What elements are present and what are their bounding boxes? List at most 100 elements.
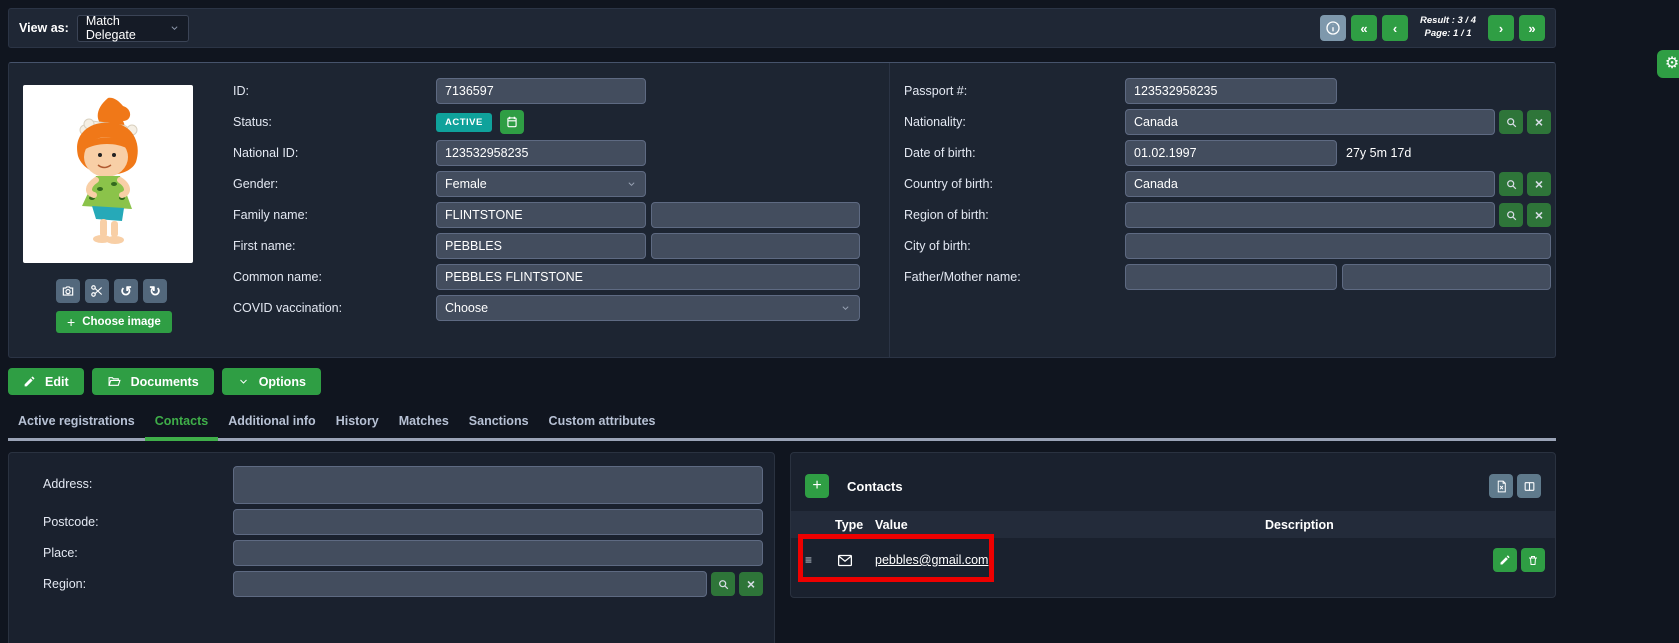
country-of-birth-clear-button[interactable]: × bbox=[1527, 172, 1551, 196]
chevron-down-icon bbox=[626, 180, 637, 188]
place-input[interactable] bbox=[233, 540, 763, 566]
tab-active-registrations[interactable]: Active registrations bbox=[8, 408, 145, 438]
chevron-down-icon bbox=[237, 377, 250, 386]
family-name-input[interactable] bbox=[436, 202, 646, 228]
delete-contact-button[interactable] bbox=[1521, 548, 1545, 572]
country-of-birth-input[interactable] bbox=[1125, 171, 1495, 197]
rotate-left-button[interactable]: ↺ bbox=[114, 279, 138, 303]
contacts-header: + Contacts bbox=[791, 453, 1555, 498]
nationality-search-button[interactable] bbox=[1499, 110, 1523, 134]
national-id-input[interactable] bbox=[436, 140, 646, 166]
nationality-clear-button[interactable]: × bbox=[1527, 110, 1551, 134]
edit-button[interactable]: Edit bbox=[8, 368, 84, 395]
crop-photo-button[interactable] bbox=[85, 279, 109, 303]
address-input[interactable] bbox=[233, 466, 763, 504]
info-button[interactable] bbox=[1320, 15, 1346, 41]
common-name-label: Common name: bbox=[225, 270, 436, 284]
previous-page-button[interactable]: ‹ bbox=[1382, 15, 1408, 41]
tab-sanctions[interactable]: Sanctions bbox=[459, 408, 539, 438]
last-page-button[interactable]: » bbox=[1519, 15, 1545, 41]
first-name-label: First name: bbox=[225, 239, 436, 253]
view-as-select[interactable]: Match Delegate bbox=[77, 15, 189, 42]
rotate-right-button[interactable]: ↻ bbox=[143, 279, 167, 303]
next-page-button[interactable]: › bbox=[1488, 15, 1514, 41]
undo-icon: ↺ bbox=[120, 283, 132, 300]
trash-icon bbox=[1527, 554, 1539, 567]
covid-vaccination-select[interactable]: Choose bbox=[436, 295, 860, 321]
country-of-birth-search-button[interactable] bbox=[1499, 172, 1523, 196]
documents-button[interactable]: Documents bbox=[92, 368, 214, 395]
status-history-button[interactable] bbox=[500, 110, 524, 134]
tab-custom-attributes[interactable]: Custom attributes bbox=[539, 408, 666, 438]
camera-icon bbox=[61, 284, 75, 298]
id-label: ID: bbox=[225, 84, 436, 98]
add-contact-button[interactable]: + bbox=[805, 474, 829, 498]
search-icon bbox=[717, 578, 730, 591]
region-input[interactable] bbox=[233, 571, 707, 597]
person-record-page: View as: Match Delegate « ‹ Result : 3 /… bbox=[0, 0, 1679, 643]
first-name-alt-input[interactable] bbox=[651, 233, 860, 259]
take-photo-button[interactable] bbox=[56, 279, 80, 303]
first-name-input[interactable] bbox=[436, 233, 646, 259]
passport-input[interactable] bbox=[1125, 78, 1337, 104]
region-of-birth-input[interactable] bbox=[1125, 202, 1495, 228]
address-panel: Address: Postcode: Place: Region: × bbox=[8, 452, 775, 643]
tab-contacts[interactable]: Contacts bbox=[145, 408, 218, 438]
mother-name-input[interactable] bbox=[1342, 264, 1551, 290]
id-input[interactable] bbox=[436, 78, 646, 104]
city-of-birth-input[interactable] bbox=[1125, 233, 1551, 259]
table-columns-icon bbox=[1523, 480, 1536, 493]
view-as-label: View as: bbox=[19, 21, 69, 35]
field-row-father-mother: Father/Mother name: bbox=[904, 264, 1557, 290]
region-of-birth-label: Region of birth: bbox=[904, 208, 1125, 222]
region-search-button[interactable] bbox=[711, 572, 735, 596]
export-file-button[interactable] bbox=[1489, 474, 1513, 498]
field-row-covid: COVID vaccination: Choose bbox=[225, 295, 889, 321]
record-actions: Edit Documents Options bbox=[8, 368, 321, 395]
field-row-address: Address: bbox=[43, 466, 774, 504]
contacts-table-header: Type Value Description bbox=[791, 511, 1555, 538]
edit-label: Edit bbox=[45, 375, 69, 389]
chevron-down-icon bbox=[161, 24, 180, 32]
contact-row-actions bbox=[1493, 548, 1555, 572]
contacts-title: Contacts bbox=[847, 479, 903, 494]
family-name-alt-input[interactable] bbox=[651, 202, 860, 228]
drag-handle-icon[interactable]: ≡ bbox=[805, 553, 835, 567]
gear-icon: ⚙ bbox=[1665, 55, 1679, 72]
region-label: Region: bbox=[43, 577, 233, 591]
edit-contact-button[interactable] bbox=[1493, 548, 1517, 572]
options-button[interactable]: Options bbox=[222, 368, 321, 395]
field-row-region: Region: × bbox=[43, 571, 774, 597]
field-row-passport: Passport #: bbox=[904, 78, 1557, 104]
gender-select[interactable]: Female bbox=[436, 171, 646, 197]
region-of-birth-clear-button[interactable]: × bbox=[1527, 203, 1551, 227]
region-of-birth-search-button[interactable] bbox=[1499, 203, 1523, 227]
redo-icon: ↻ bbox=[149, 283, 161, 300]
plus-icon: + bbox=[812, 477, 821, 495]
place-label: Place: bbox=[43, 546, 233, 560]
common-name-input[interactable] bbox=[436, 264, 860, 290]
settings-gear-button[interactable]: ⚙ bbox=[1657, 50, 1679, 78]
pencil-icon bbox=[23, 375, 36, 388]
tab-matches[interactable]: Matches bbox=[389, 408, 459, 438]
options-label: Options bbox=[259, 375, 306, 389]
choose-image-button[interactable]: + Choose image bbox=[56, 311, 172, 333]
tab-additional-info[interactable]: Additional info bbox=[218, 408, 325, 438]
status-label: Status: bbox=[225, 115, 436, 129]
plus-icon: + bbox=[67, 314, 75, 330]
tab-history[interactable]: History bbox=[326, 408, 389, 438]
address-label: Address: bbox=[43, 466, 233, 491]
postcode-input[interactable] bbox=[233, 509, 763, 535]
first-page-button[interactable]: « bbox=[1351, 15, 1377, 41]
field-row-postcode: Postcode: bbox=[43, 509, 774, 535]
scissors-icon bbox=[90, 284, 104, 298]
gender-label: Gender: bbox=[225, 177, 436, 191]
contact-email-link[interactable]: pebbles@gmail.com bbox=[875, 553, 1265, 567]
father-name-input[interactable] bbox=[1125, 264, 1337, 290]
nationality-input[interactable] bbox=[1125, 109, 1495, 135]
date-of-birth-input[interactable] bbox=[1125, 140, 1337, 166]
status-badge: ACTIVE bbox=[436, 113, 492, 132]
region-clear-button[interactable]: × bbox=[739, 572, 763, 596]
columns-button[interactable] bbox=[1517, 474, 1541, 498]
close-icon: × bbox=[1535, 114, 1543, 130]
